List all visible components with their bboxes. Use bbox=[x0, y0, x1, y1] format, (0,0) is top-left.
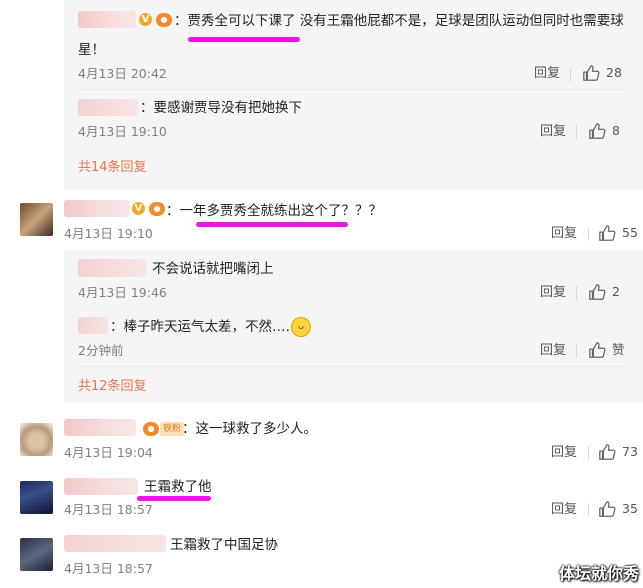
thumbs-up-icon bbox=[589, 123, 606, 139]
reply-button[interactable]: 回复 bbox=[534, 66, 560, 82]
level-badge: ● bbox=[149, 202, 165, 216]
reply-text: ：要感谢贾导没有把她换下 bbox=[140, 100, 302, 116]
divider bbox=[576, 125, 577, 139]
reply-text: 不会说话就把嘴闭上 bbox=[152, 261, 274, 277]
divider-line bbox=[78, 308, 625, 309]
expand-replies-link[interactable]: 共12条回复 bbox=[78, 379, 147, 395]
like-count: 赞 bbox=[612, 342, 625, 357]
divider bbox=[576, 344, 577, 358]
username-blurred[interactable] bbox=[78, 99, 138, 116]
reply-button[interactable]: 回复 bbox=[540, 124, 566, 140]
laughing-emoji-icon: ᴗ bbox=[291, 317, 311, 337]
timestamp: 4月13日 20:42 bbox=[78, 66, 167, 81]
like-button[interactable]: 28 bbox=[582, 64, 622, 82]
divider bbox=[588, 446, 589, 460]
username-blurred[interactable] bbox=[64, 200, 130, 217]
thumbs-up-icon bbox=[599, 444, 616, 460]
username-blurred[interactable] bbox=[64, 419, 136, 436]
verified-icon: V bbox=[132, 202, 145, 215]
level-badge: ● bbox=[156, 13, 172, 27]
username-blurred[interactable] bbox=[78, 259, 146, 277]
expand-replies-link[interactable]: 共14条回复 bbox=[78, 160, 147, 176]
reply-button[interactable]: 回复 bbox=[551, 226, 577, 242]
watermark: 体坛就你秀 bbox=[558, 564, 639, 583]
thumbs-up-icon bbox=[589, 284, 606, 300]
fan-badge: 铁粉 bbox=[160, 422, 185, 436]
reply-button[interactable]: 回复 bbox=[540, 285, 566, 301]
avatar[interactable] bbox=[20, 481, 53, 514]
divider-line bbox=[78, 147, 625, 148]
divider bbox=[570, 67, 571, 81]
comment-text: 王霜救了他 bbox=[144, 479, 212, 495]
thumbs-up-icon bbox=[599, 501, 616, 517]
comment-text: ：一年多贾秀全就练出这个了？？？ bbox=[166, 203, 382, 219]
highlight-underline bbox=[196, 222, 348, 227]
timestamp: 4月13日 18:57 bbox=[64, 502, 153, 517]
verified-icon: V bbox=[139, 13, 152, 26]
comment-text-cont: 星！ bbox=[78, 42, 105, 58]
avatar[interactable] bbox=[20, 423, 53, 456]
username-blurred[interactable] bbox=[78, 317, 108, 334]
reply-button[interactable]: 回复 bbox=[551, 502, 577, 518]
like-button[interactable]: 73 bbox=[598, 443, 638, 461]
like-count: 35 bbox=[622, 501, 638, 516]
like-count: 2 bbox=[612, 284, 620, 299]
divider-line bbox=[78, 366, 625, 367]
like-count: 8 bbox=[612, 123, 620, 138]
username-blurred[interactable] bbox=[78, 11, 136, 28]
thumbs-up-icon bbox=[589, 342, 606, 358]
level-badge: ● bbox=[143, 422, 159, 436]
avatar[interactable] bbox=[20, 538, 53, 571]
comment-text: ：贾秀全可以下课了 没有王霜他屁都不是，足球是团队运动但同时也需要球 bbox=[174, 13, 624, 29]
comment-text: 王霜救了中国足协 bbox=[170, 537, 278, 553]
reply-button[interactable]: 回复 bbox=[540, 343, 566, 359]
avatar[interactable] bbox=[20, 203, 53, 236]
timestamp: 2分钟前 bbox=[78, 343, 124, 358]
like-button[interactable]: 35 bbox=[598, 500, 638, 518]
like-button[interactable]: 2 bbox=[588, 283, 620, 301]
like-count: 28 bbox=[606, 65, 622, 80]
username-blurred[interactable] bbox=[64, 535, 166, 552]
like-button[interactable]: 赞 bbox=[588, 341, 625, 359]
timestamp: 4月13日 19:10 bbox=[64, 226, 153, 241]
like-button[interactable]: 8 bbox=[588, 122, 620, 140]
highlight-underline bbox=[188, 37, 300, 42]
timestamp: 4月13日 19:10 bbox=[78, 124, 167, 139]
timestamp: 4月13日 19:04 bbox=[64, 445, 153, 460]
like-count: 73 bbox=[622, 444, 638, 459]
thumbs-up-icon bbox=[583, 65, 600, 81]
username-blurred[interactable] bbox=[64, 478, 138, 495]
thumbs-up-icon bbox=[599, 225, 616, 241]
comment-text: ：这一球救了多少人。 bbox=[182, 421, 317, 437]
divider bbox=[576, 286, 577, 300]
divider bbox=[588, 227, 589, 241]
timestamp: 4月13日 18:57 bbox=[64, 561, 153, 576]
like-button[interactable]: 55 bbox=[598, 224, 638, 242]
reply-text: ：棒子昨天运气太差，不然…… bbox=[110, 319, 299, 335]
timestamp: 4月13日 19:46 bbox=[78, 285, 167, 300]
like-count: 55 bbox=[622, 225, 638, 240]
divider-line bbox=[78, 89, 625, 90]
highlight-underline bbox=[137, 496, 211, 501]
divider bbox=[588, 503, 589, 517]
reply-button[interactable]: 回复 bbox=[551, 445, 577, 461]
